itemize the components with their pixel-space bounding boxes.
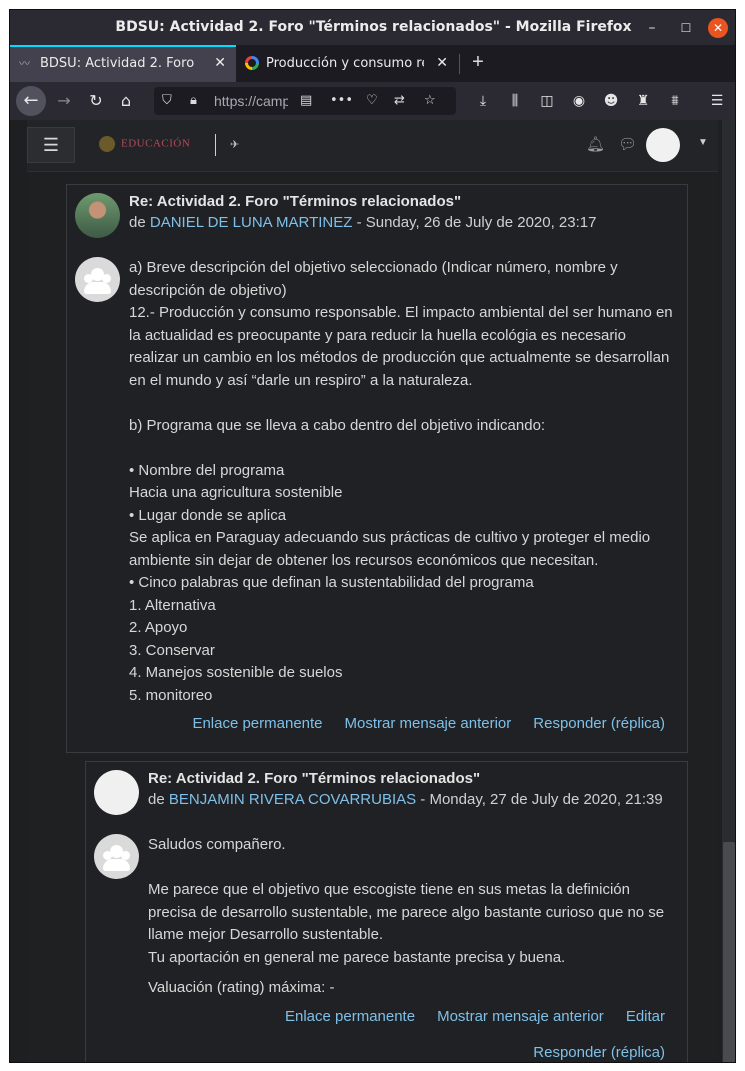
browser-window: BDSU: Actividad 2. Foro "Términos relaci… (9, 9, 736, 1063)
account-icon[interactable]: ◉ (566, 87, 592, 115)
post-byline: de DANIEL DE LUNA MARTINEZ - Sunday, 26 … (129, 214, 597, 231)
author-avatar[interactable] (94, 770, 139, 815)
post-paragraph: Me parece que el objetivo que escogiste … (148, 881, 669, 943)
permalink-link[interactable]: Enlace permanente (285, 1008, 415, 1025)
title-bar: BDSU: Actividad 2. Foro "Términos relaci… (10, 10, 735, 45)
post-paragraph: 12.- Producción y consumo responsable. E… (129, 304, 677, 389)
minimize-button[interactable]: – (642, 18, 662, 38)
post-paragraph: • Nombre del programa (129, 461, 285, 479)
site-logo[interactable]: EDUCACIÓN (99, 136, 190, 152)
post-paragraph: a) Breve descripción del objetivo selecc… (129, 259, 622, 299)
post-paragraph: Saludos compañero. (148, 836, 286, 853)
tab-forum[interactable]: 〰 BDSU: Actividad 2. Foro " ✕ (10, 45, 236, 82)
reader-view-icon[interactable]: ▤ (300, 87, 312, 115)
post-actions-2: Responder (réplica) (511, 1044, 665, 1061)
user-menu-chevron-down-icon[interactable]: ▼ (698, 137, 708, 148)
tab-separator (459, 54, 460, 74)
tab-label: Producción y consumo re (266, 56, 424, 71)
post-paragraph: • Lugar donde se aplica (129, 506, 287, 524)
lock-icon[interactable]: 🔒︎ (190, 87, 197, 115)
secondary-logo-icon[interactable]: ✈︎ (230, 138, 239, 151)
tracking-shield-icon[interactable]: ⛉ (162, 87, 172, 115)
google-favicon-icon (245, 56, 259, 70)
post-paragraph: b) Programa que se lleva a cabo dentro d… (129, 416, 546, 434)
extension-icon[interactable]: ☻ (598, 87, 624, 115)
post-paragraph: 3. Conservar (129, 641, 215, 659)
post-actions: Enlace permanente Mostrar mensaje anterio… (263, 1008, 665, 1025)
home-button[interactable]: ⌂ (114, 87, 138, 115)
tab-label: BDSU: Actividad 2. Foro " (40, 56, 198, 71)
logo-divider (215, 134, 216, 156)
close-tab-icon[interactable]: ✕ (214, 47, 226, 80)
page-actions-icon[interactable]: ••• (330, 87, 353, 115)
url-text[interactable]: https://camp (214, 87, 288, 115)
tab-strip: 〰 BDSU: Actividad 2. Foro " ✕ Producción… (10, 45, 735, 82)
close-window-button[interactable]: ✕ (708, 18, 728, 38)
moodle-favicon-icon: 〰 (19, 57, 30, 70)
close-tab-icon[interactable]: ✕ (436, 45, 448, 82)
bookmark-star-icon[interactable]: ☆ (424, 87, 436, 115)
author-link[interactable]: BENJAMIN RIVERA COVARRUBIAS (169, 791, 416, 808)
back-button[interactable]: ← (16, 86, 46, 116)
forum-post-reply: Re: Actividad 2. Foro "Términos relacion… (85, 761, 688, 1062)
group-avatar (94, 834, 139, 879)
pocket-icon[interactable]: ♡ (366, 87, 378, 115)
post-paragraph: Tu aportación en general me parece basta… (148, 948, 566, 966)
site-header: ☰ EDUCACIÓN ✈︎ 🔔︎ 💬︎ ▼ (27, 120, 718, 172)
permalink-link[interactable]: Enlace permanente (192, 715, 322, 732)
post-byline: de BENJAMIN RIVERA COVARRUBIAS - Monday,… (148, 791, 663, 808)
scrollbar-thumb[interactable] (723, 842, 735, 1062)
post-paragraph: Se aplica en Paraguay adecuando sus prác… (129, 529, 655, 569)
show-parent-link[interactable]: Mostrar mensaje anterior (437, 1008, 604, 1025)
post-paragraph: 1. Alternativa (129, 596, 216, 614)
user-avatar[interactable] (646, 128, 680, 162)
download-icon[interactable]: ⤓ (470, 87, 496, 115)
post-subject: Re: Actividad 2. Foro "Términos relacion… (148, 770, 481, 787)
forum-post: Re: Actividad 2. Foro "Términos relacion… (66, 184, 688, 753)
post-body: a) Breve descripción del objetivo selecc… (129, 257, 679, 707)
sidebar-icon[interactable]: ◫ (534, 87, 560, 115)
extension-icon[interactable]: ♜ (630, 87, 656, 115)
author-avatar[interactable] (75, 193, 120, 238)
post-paragraph: 4. Manejos sostenible de suelos (129, 664, 343, 681)
window-title: BDSU: Actividad 2. Foro "Términos relaci… (115, 19, 632, 35)
forward-button[interactable]: → (52, 87, 76, 115)
maximize-button[interactable]: ☐ (676, 18, 696, 38)
post-body: Saludos compañero. Me parece que el obje… (148, 834, 678, 1000)
url-bar[interactable]: ⛉ 🔒︎ https://camp ▤ ••• ♡ ⇄ ☆ (154, 87, 456, 115)
group-avatar (75, 257, 120, 302)
author-link[interactable]: DANIEL DE LUNA MARTINEZ (150, 214, 353, 231)
post-paragraph: 2. Apoyo (129, 619, 188, 636)
reply-link[interactable]: Responder (réplica) (533, 715, 665, 732)
post-paragraph: Hacia una agricultura sostenible (129, 484, 343, 501)
translate-icon[interactable]: ⇄ (394, 87, 405, 115)
post-subject: Re: Actividad 2. Foro "Términos relacion… (129, 193, 462, 210)
reload-button[interactable]: ↻ (84, 87, 108, 115)
new-tab-button[interactable]: + (466, 45, 490, 82)
extension-icon[interactable]: ⩩ (662, 87, 688, 115)
show-parent-link[interactable]: Mostrar mensaje anterior (345, 715, 512, 732)
post-paragraph: 5. monitoreo (129, 686, 213, 704)
post-actions: Enlace permanente Mostrar mensaje anterio… (170, 715, 665, 732)
library-icon[interactable]: ⫼ (502, 87, 528, 115)
post-paragraph: • Cinco palabras que definan la sustenta… (129, 574, 534, 591)
edit-link[interactable]: Editar (626, 1008, 665, 1025)
notifications-bell-icon[interactable]: 🔔︎ (586, 135, 605, 153)
drawer-toggle-button[interactable]: ☰ (27, 127, 75, 163)
reply-link[interactable]: Responder (réplica) (533, 1044, 665, 1061)
tab-produccion[interactable]: Producción y consumo re ✕ (236, 45, 458, 82)
messages-icon[interactable]: 💬︎ (618, 135, 637, 153)
seal-icon (99, 136, 115, 152)
navigation-toolbar: ← → ↻ ⌂ ⛉ 🔒︎ https://camp ▤ ••• ♡ ⇄ ☆ ⤓ … (10, 82, 735, 120)
page-content: ☰ EDUCACIÓN ✈︎ 🔔︎ 💬︎ ▼ Re: Actividad 2. … (10, 120, 735, 1062)
menu-icon[interactable]: ☰ (704, 87, 730, 115)
rating-text: Valuación (rating) máxima: - (148, 979, 335, 996)
